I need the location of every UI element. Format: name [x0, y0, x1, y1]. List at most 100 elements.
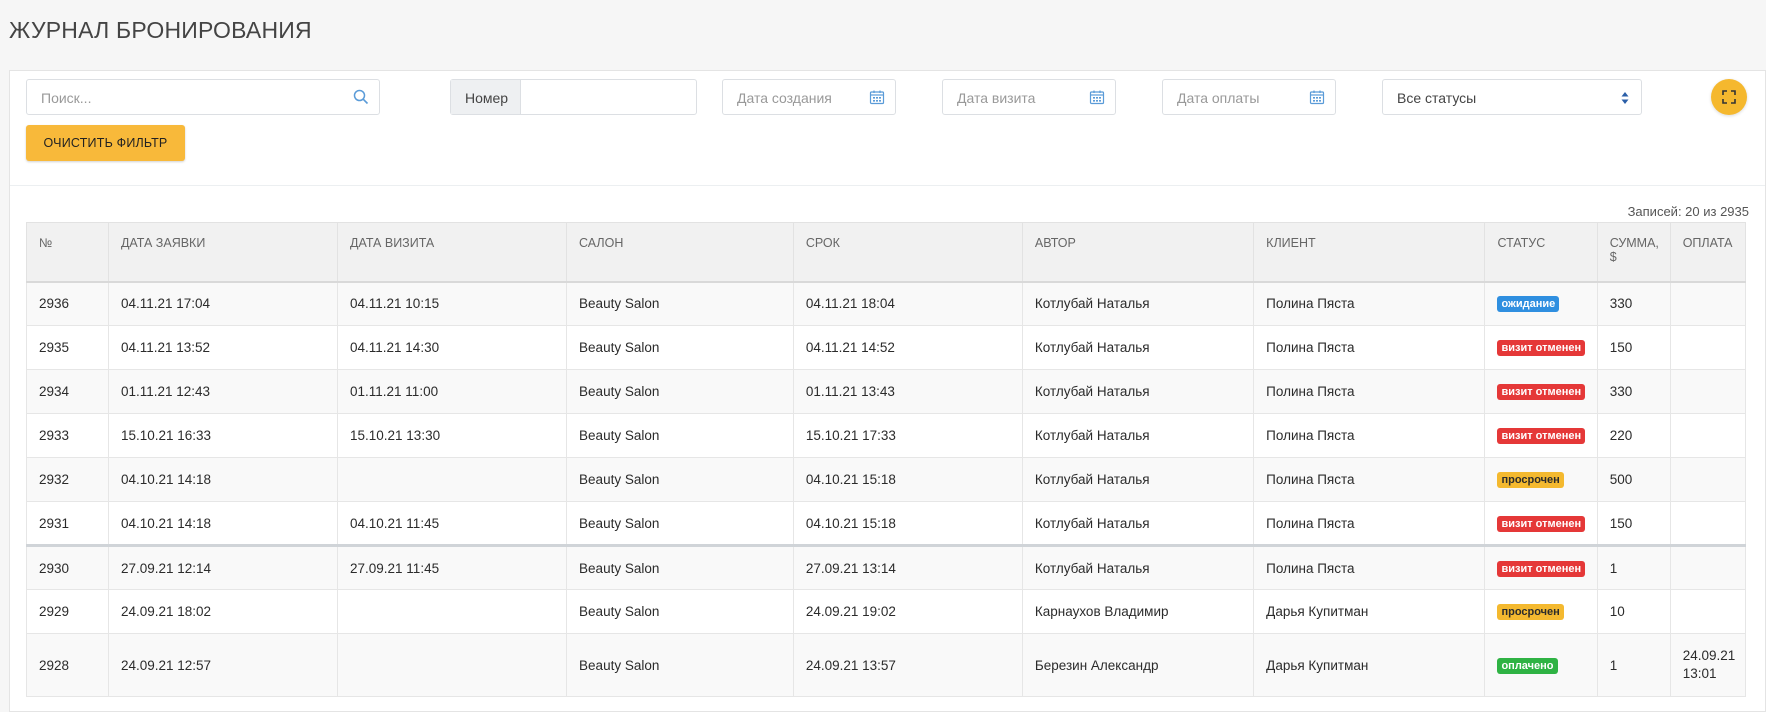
- status-badge: визит отменен: [1497, 340, 1586, 356]
- cell-payment: [1669, 369, 1747, 414]
- table-row[interactable]: 2931 04.10.21 14:18 04.10.21 11:45 Beauty S…: [26, 501, 1747, 547]
- status-badge: визит отменен: [1497, 428, 1586, 444]
- cell-created: 04.10.21 14:18: [107, 501, 339, 547]
- client-link[interactable]: Полина Пяста: [1253, 545, 1486, 590]
- cell-status: визит отменен: [1484, 325, 1598, 370]
- cell-deadline: 04.11.21 18:04: [792, 281, 1023, 326]
- table-row[interactable]: 2932 04.10.21 14:18 Beauty Salon 04.10.21 1…: [26, 457, 1747, 502]
- filter-bar: Поиск... Номер Дата создания Дата визита: [10, 71, 1765, 186]
- client-link[interactable]: Полина Пяста: [1253, 281, 1486, 326]
- cell-salon: Beauty Salon: [566, 501, 794, 547]
- status-select-value: Все статусы: [1397, 90, 1477, 106]
- column-header-number[interactable]: №: [26, 222, 109, 283]
- cell-status: визит отменен: [1484, 369, 1598, 414]
- cell-author: Котлубай Наталья: [1021, 457, 1255, 502]
- created-date-field[interactable]: Дата создания: [722, 79, 896, 115]
- column-header-payment[interactable]: ОПЛАТА: [1669, 222, 1747, 283]
- cell-created: 04.11.21 17:04: [107, 281, 339, 326]
- status-select[interactable]: Все статусы: [1382, 79, 1642, 115]
- payment-date-field[interactable]: Дата оплаты: [1162, 79, 1336, 115]
- visit-date-field[interactable]: Дата визита: [942, 79, 1116, 115]
- column-header-visit[interactable]: ДАТА ВИЗИТА: [336, 222, 568, 283]
- cell-salon: Beauty Salon: [566, 281, 794, 326]
- cell-sum: 150: [1596, 325, 1671, 370]
- client-link[interactable]: Полина Пяста: [1253, 457, 1486, 502]
- table-row[interactable]: 2930 27.09.21 12:14 27.09.21 11:45 Beauty S…: [26, 545, 1747, 590]
- cell-author: Котлубай Наталья: [1021, 501, 1255, 547]
- cell-payment: [1669, 501, 1747, 547]
- cell-sum: 150: [1596, 501, 1671, 547]
- cell-number: 2931: [26, 501, 109, 547]
- cell-sum: 1: [1596, 545, 1671, 590]
- column-header-deadline[interactable]: СРОК: [792, 222, 1023, 283]
- clear-filter-button[interactable]: ОЧИСТИТЬ ФИЛЬТР: [26, 125, 185, 161]
- calendar-icon[interactable]: [1089, 89, 1105, 105]
- table-row[interactable]: 2933 15.10.21 16:33 15.10.21 13:30 Beauty S…: [26, 413, 1747, 458]
- column-header-client[interactable]: КЛИЕНТ: [1253, 222, 1486, 283]
- cell-visit: 15.10.21 13:30: [336, 413, 568, 458]
- created-date-placeholder: Дата создания: [737, 90, 832, 106]
- client-link[interactable]: Дарья Купитман: [1253, 633, 1486, 697]
- cell-salon: Beauty Salon: [566, 369, 794, 414]
- cell-deadline: 15.10.21 17:33: [792, 413, 1023, 458]
- table-row[interactable]: 2936 04.11.21 17:04 04.11.21 10:15 Beauty S…: [26, 281, 1747, 326]
- cell-author: Котлубай Наталья: [1021, 369, 1255, 414]
- calendar-icon[interactable]: [1309, 89, 1325, 105]
- cell-salon: Beauty Salon: [566, 413, 794, 458]
- cell-number: 2936: [26, 281, 109, 326]
- column-header-sum[interactable]: СУММА, $: [1596, 222, 1671, 283]
- cell-deadline: 01.11.21 13:43: [792, 369, 1023, 414]
- search-icon[interactable]: [353, 89, 369, 105]
- cell-status: ожидание: [1484, 281, 1598, 326]
- client-link[interactable]: Полина Пяста: [1253, 325, 1486, 370]
- cell-number: 2933: [26, 413, 109, 458]
- cell-status: визит отменен: [1484, 413, 1598, 458]
- status-badge: визит отменен: [1497, 384, 1586, 400]
- cell-author: Березин Александр: [1021, 633, 1255, 697]
- cell-payment: [1669, 457, 1747, 502]
- client-link[interactable]: Дарья Купитман: [1253, 589, 1486, 634]
- table-row[interactable]: 2934 01.11.21 12:43 01.11.21 11:00 Beauty S…: [26, 369, 1747, 414]
- column-header-salon[interactable]: САЛОН: [566, 222, 794, 283]
- cell-visit: [336, 589, 568, 634]
- cell-visit: 04.10.21 11:45: [336, 501, 568, 547]
- cell-created: 24.09.21 12:57: [107, 633, 339, 697]
- cell-status: оплачено: [1484, 633, 1598, 697]
- column-header-created[interactable]: ДАТА ЗАЯВКИ: [107, 222, 339, 283]
- cell-payment: [1669, 413, 1747, 458]
- cell-deadline: 04.10.21 15:18: [792, 501, 1023, 547]
- status-badge: визит отменен: [1497, 560, 1586, 577]
- records-count: Записей: 20 из 2935: [1627, 204, 1749, 219]
- cell-sum: 10: [1596, 589, 1671, 634]
- calendar-icon[interactable]: [869, 89, 885, 105]
- cell-status: визит отменен: [1484, 501, 1598, 547]
- cell-deadline: 04.11.21 14:52: [792, 325, 1023, 370]
- table-row[interactable]: 2928 24.09.21 12:57 Beauty Salon 24.09.21 1…: [26, 633, 1747, 697]
- client-link[interactable]: Полина Пяста: [1253, 413, 1486, 458]
- cell-created: 01.11.21 12:43: [107, 369, 339, 414]
- client-link[interactable]: Полина Пяста: [1253, 501, 1486, 547]
- status-badge: оплачено: [1497, 657, 1558, 674]
- cell-status: визит отменен: [1484, 545, 1598, 590]
- cell-payment: [1669, 589, 1747, 634]
- fullscreen-button[interactable]: [1711, 79, 1747, 115]
- cell-author: Котлубай Наталья: [1021, 281, 1255, 326]
- column-header-author[interactable]: АВТОР: [1021, 222, 1255, 283]
- cell-deadline: 27.09.21 13:14: [792, 545, 1023, 590]
- number-input[interactable]: Номер: [450, 79, 697, 115]
- table-header-row: № ДАТА ЗАЯВКИ ДАТА ВИЗИТА САЛОН СРОК АВТ…: [26, 222, 1747, 283]
- bookings-table: № ДАТА ЗАЯВКИ ДАТА ВИЗИТА САЛОН СРОК АВТ…: [26, 222, 1747, 697]
- cell-sum: 330: [1596, 369, 1671, 414]
- column-header-status[interactable]: СТАТУС: [1484, 222, 1598, 283]
- search-input[interactable]: Поиск...: [26, 79, 380, 115]
- cell-status: просрочен: [1484, 457, 1598, 502]
- table-row[interactable]: 2935 04.11.21 13:52 04.11.21 14:30 Beauty S…: [26, 325, 1747, 370]
- cell-number: 2930: [26, 545, 109, 590]
- cell-salon: Beauty Salon: [566, 325, 794, 370]
- table-row[interactable]: 2929 24.09.21 18:02 Beauty Salon 24.09.21 1…: [26, 589, 1747, 634]
- cell-visit: [336, 457, 568, 502]
- cell-deadline: 24.09.21 13:57: [792, 633, 1023, 697]
- client-link[interactable]: Полина Пяста: [1253, 369, 1486, 414]
- sort-arrows-icon: [1621, 92, 1629, 104]
- cell-visit: 04.11.21 14:30: [336, 325, 568, 370]
